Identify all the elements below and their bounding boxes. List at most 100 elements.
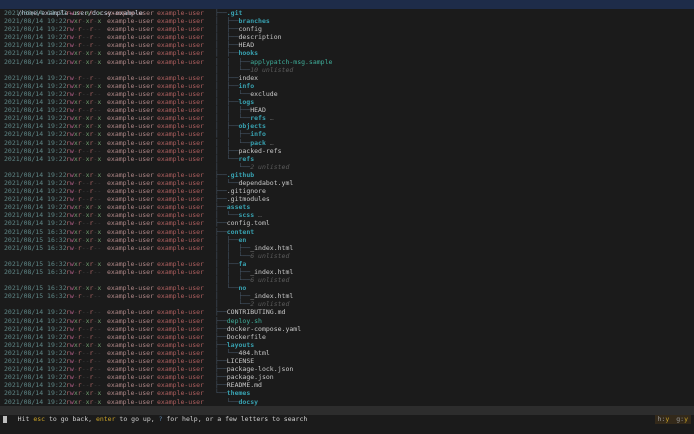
modified-date: 2021/08/14 19:22: [4, 98, 67, 107]
tree-row[interactable]: 2021/08/15 16:32 rwxr-xr-x example-user …: [0, 284, 694, 292]
tree-row[interactable]: 2021/08/14 19:22 rw-r--r-- example-user …: [0, 325, 694, 333]
tree-branch-lines: ├──: [215, 187, 227, 196]
tree-row[interactable]: 2021/08/14 19:22 rw-r--r-- example-user …: [0, 147, 694, 155]
entry-name: packed-refs: [238, 146, 282, 155]
tree-branch-lines: ├──: [215, 365, 227, 374]
tree-row[interactable]: 2021/08/14 19:22 rwxr-xr-x example-user …: [0, 171, 694, 179]
tree-row[interactable]: │ │ └──6 unlisted: [0, 276, 694, 284]
entry-name: info: [238, 81, 255, 90]
tree-branch-lines: │ ├──: [215, 122, 239, 131]
tree-cell: │ ├──info: [215, 82, 694, 90]
tree-branch-lines: │ │ └──: [215, 276, 251, 285]
modified-date: 2021/08/14 19:22: [4, 130, 67, 139]
tree-row[interactable]: 2021/08/14 19:22 rw-r--r-- example-user …: [0, 106, 694, 114]
tree-row[interactable]: 2021/08/14 19:22 rw-r--r-- example-user …: [0, 187, 694, 195]
tree-row[interactable]: 2021/08/14 19:22 rwxr-xr-x example-user …: [0, 139, 694, 147]
tree-row[interactable]: 2021/08/14 19:22 rw-r--r-- example-user …: [0, 90, 694, 98]
tree-row[interactable]: 2021/08/15 16:32 rw-r--r-- example-user …: [0, 292, 694, 300]
entry-name: applypatch-msg.sample: [250, 57, 333, 66]
tree-row[interactable]: 2021/08/14 19:22 rw-r--r-- example-user …: [0, 381, 694, 389]
tree-row[interactable]: 2021/08/14 19:22 rw-r--r-- example-user …: [0, 365, 694, 373]
tree-row[interactable]: 2021/08/15 16:32 rwxr-xr-x example-user …: [0, 236, 694, 244]
tree-row[interactable]: 2021/08/15 16:32 rwxr-xr-x example-user …: [0, 260, 694, 268]
tree-row[interactable]: 2021/08/14 19:22 rw-r--r-- example-user …: [0, 219, 694, 227]
tree-row[interactable]: │ │ └──6 unlisted: [0, 252, 694, 260]
group: example-user: [157, 316, 204, 325]
permissions: [66, 276, 107, 284]
tree-row[interactable]: 2021/08/14 19:22 rwxr-xr-x example-user …: [0, 58, 694, 66]
entry-name: index: [238, 73, 259, 82]
entry-name: assets: [226, 203, 251, 212]
tree-row[interactable]: 2021/08/14 19:22 rwxr-xr-x example-user …: [0, 82, 694, 90]
tree-cell: ├──README.md: [215, 381, 694, 389]
tree-row[interactable]: 2021/08/14 19:22 rw-r--r-- example-user …: [0, 41, 694, 49]
tree-row[interactable]: │ └──2 unlisted: [0, 300, 694, 308]
entry-name: 404.html: [238, 348, 270, 357]
broot-terminal: /home/example-user/docsy-example 2021/08…: [0, 0, 694, 434]
tree-row[interactable]: 2021/08/14 19:22 rw-r--r-- example-user …: [0, 25, 694, 33]
tree-row[interactable]: 2021/08/14 19:22 rwxr-xr-x example-user …: [0, 98, 694, 106]
tree-row[interactable]: 2021/08/14 19:22 rwxr-xr-x example-user …: [0, 341, 694, 349]
group: example-user: [157, 81, 204, 90]
tree-row[interactable]: 2021/08/14 19:22 rw-r--r-- example-user …: [0, 308, 694, 316]
tree-row[interactable]: │ │ └──10 unlisted: [0, 66, 694, 74]
tree-branch-lines: │ ├──: [215, 33, 239, 42]
tree-row[interactable]: 2021/08/14 19:22 rwxr-xr-x example-user …: [0, 211, 694, 219]
tree-row[interactable]: 2021/08/14 19:22 rw-r--r-- example-user …: [0, 179, 694, 187]
file-tree: 2021/08/14 19:22 rwxr-xr-x example-user …: [0, 9, 694, 406]
permissions: rw-r--r--: [66, 73, 102, 82]
tree-row[interactable]: 2021/08/14 19:22 rwxr-xr-x example-user …: [0, 17, 694, 25]
tree-row[interactable]: 2021/08/14 19:22 rw-r--r-- example-user …: [0, 357, 694, 365]
owner: example-user: [107, 49, 154, 58]
path-bar[interactable]: /home/example-user/docsy-example: [0, 0, 694, 17]
tree-row[interactable]: 2021/08/14 19:22 rw-r--r-- example-user …: [0, 33, 694, 41]
entry-name: 6 unlisted: [250, 276, 290, 285]
flag-h: h:y: [657, 415, 670, 423]
modified-date: 2021/08/14 19:22: [4, 9, 67, 17]
tree-branch-lines: │ ├──: [215, 25, 239, 34]
tree-row[interactable]: 2021/08/14 19:22 rwxr-xr-x example-user …: [0, 155, 694, 163]
entry-name: HEAD: [250, 106, 266, 115]
tree-row[interactable]: 2021/08/14 19:22 rwxr-xr-x example-user …: [0, 122, 694, 130]
tree-row[interactable]: 2021/08/14 19:22 rwxr-xr-x example-user …: [0, 114, 694, 122]
group: example-user: [157, 89, 204, 98]
tree-row[interactable]: 2021/08/14 19:22 rw-r--r-- example-user …: [0, 333, 694, 341]
tree-row[interactable]: 2021/08/14 19:22 rw-r--r-- example-user …: [0, 373, 694, 381]
tree-cell: ├──config.toml: [215, 219, 694, 227]
group: example-user: [157, 211, 204, 220]
permissions: [66, 252, 107, 260]
tree-branch-lines: │ │ ├──: [215, 106, 251, 115]
tree-cell: │ └──refs: [215, 155, 694, 163]
owner: example-user: [107, 122, 154, 131]
tree-row[interactable]: 2021/08/15 16:32 rw-r--r-- example-user …: [0, 244, 694, 252]
tree-row[interactable]: 2021/08/14 19:22 rw-r--r-- example-user …: [0, 349, 694, 357]
modified-date: 2021/08/14 19:22: [4, 365, 67, 374]
permissions: rwxr-xr-x: [66, 259, 102, 268]
tree-row[interactable]: 2021/08/14 19:22 rwxr-xr-x example-user …: [0, 130, 694, 138]
tree-cell: │ ├──packed-refs: [215, 147, 694, 155]
tree-row[interactable]: 2021/08/15 16:32 rw-r--r-- example-user …: [0, 268, 694, 276]
search-input[interactable]: [3, 416, 7, 423]
entry-name: README.md: [226, 381, 262, 390]
tree-row[interactable]: 2021/08/14 19:22 rwxr-xr-x example-user …: [0, 389, 694, 397]
tree-row[interactable]: 2021/08/14 19:22 rw-r--r-- example-user …: [0, 74, 694, 82]
tree-branch-lines: ├──: [215, 170, 227, 179]
tree-row[interactable]: 2021/08/15 16:32 rwxr-xr-x example-user …: [0, 228, 694, 236]
modified-date: 2021/08/14 19:22: [4, 17, 67, 26]
tree-cell: ├──package.json: [215, 373, 694, 381]
owner: example-user: [107, 348, 154, 357]
tree-row[interactable]: │ └──2 unlisted: [0, 163, 694, 171]
tree-cell: │ │ ├──_index.html: [215, 244, 694, 252]
group: example-user: [157, 227, 204, 236]
tree-cell: │ │ └──exclude: [215, 90, 694, 98]
tree-row[interactable]: 2021/08/14 19:22 rwxr-xr-x example-user …: [0, 398, 694, 406]
tree-row[interactable]: 2021/08/14 19:22 rwxr-xr-x example-user …: [0, 203, 694, 211]
tree-branch-lines: │ └──: [215, 348, 239, 357]
tree-cell: │ ├──en: [215, 236, 694, 244]
tree-row[interactable]: 2021/08/14 19:22 rwxr-xr-x example-user …: [0, 317, 694, 325]
tree-row[interactable]: 2021/08/14 19:22 rwxr-xr-x example-user …: [0, 49, 694, 57]
tree-row[interactable]: 2021/08/14 19:22 rw-r--r-- example-user …: [0, 195, 694, 203]
tree-row[interactable]: 2021/08/14 19:22 rwxr-xr-x example-user …: [0, 9, 694, 17]
owner: example-user: [107, 25, 154, 34]
modified-date: 2021/08/14 19:22: [4, 33, 67, 42]
